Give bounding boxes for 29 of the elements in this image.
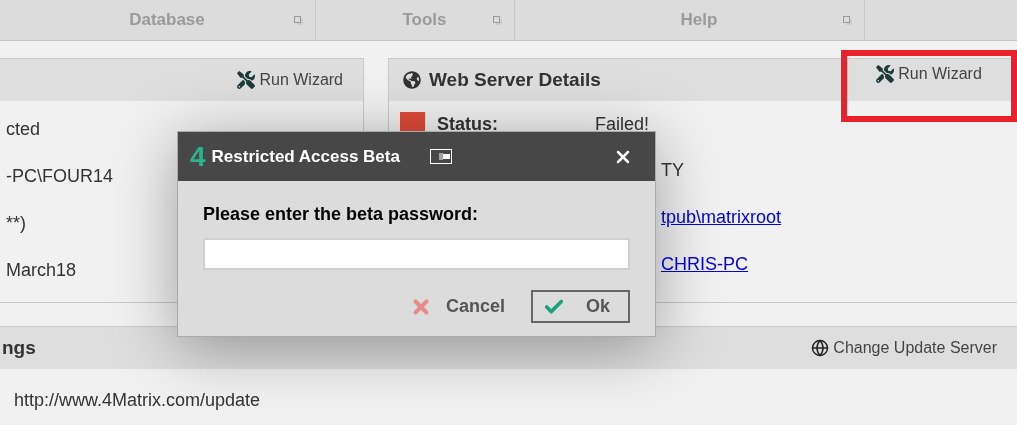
password-field[interactable] xyxy=(203,238,630,270)
app-logo: 4 xyxy=(190,142,206,171)
tools-icon xyxy=(876,65,895,83)
cancel-button[interactable]: Cancel xyxy=(409,290,505,323)
status-value: Failed! xyxy=(595,113,650,136)
dialog-title: Restricted Access Beta xyxy=(211,145,400,168)
status-label: Status: xyxy=(437,113,499,136)
tools-icon xyxy=(237,71,256,89)
globe-icon xyxy=(811,339,830,357)
dialog-prompt: Please enter the beta password: xyxy=(203,203,480,226)
detail-value: cted xyxy=(6,119,41,140)
run-wizard-button[interactable]: Run Wizard xyxy=(868,58,990,90)
detail-value: -PC\FOUR14 xyxy=(6,166,113,187)
detail-value: TY xyxy=(661,160,684,181)
panel-title: Web Server Details xyxy=(429,67,601,92)
detail-value: March18 xyxy=(6,260,77,281)
update-url: http://www.4Matrix.com/update xyxy=(14,390,261,410)
restore-icon[interactable] xyxy=(294,15,303,25)
window-icon[interactable] xyxy=(429,149,452,164)
path-link[interactable]: tpub\matrixroot xyxy=(661,207,782,228)
restore-icon[interactable] xyxy=(493,15,502,25)
ok-button[interactable]: Ok xyxy=(531,290,630,323)
detail-value: **) xyxy=(6,213,26,234)
change-update-server-button[interactable]: Change Update Server xyxy=(811,336,997,360)
globe-icon xyxy=(403,71,421,89)
path-link[interactable]: CHRIS-PC xyxy=(661,254,748,275)
panel-title: ngs xyxy=(2,335,36,360)
run-wizard-button[interactable]: Run Wizard xyxy=(229,64,351,96)
restore-icon[interactable] xyxy=(843,15,852,25)
